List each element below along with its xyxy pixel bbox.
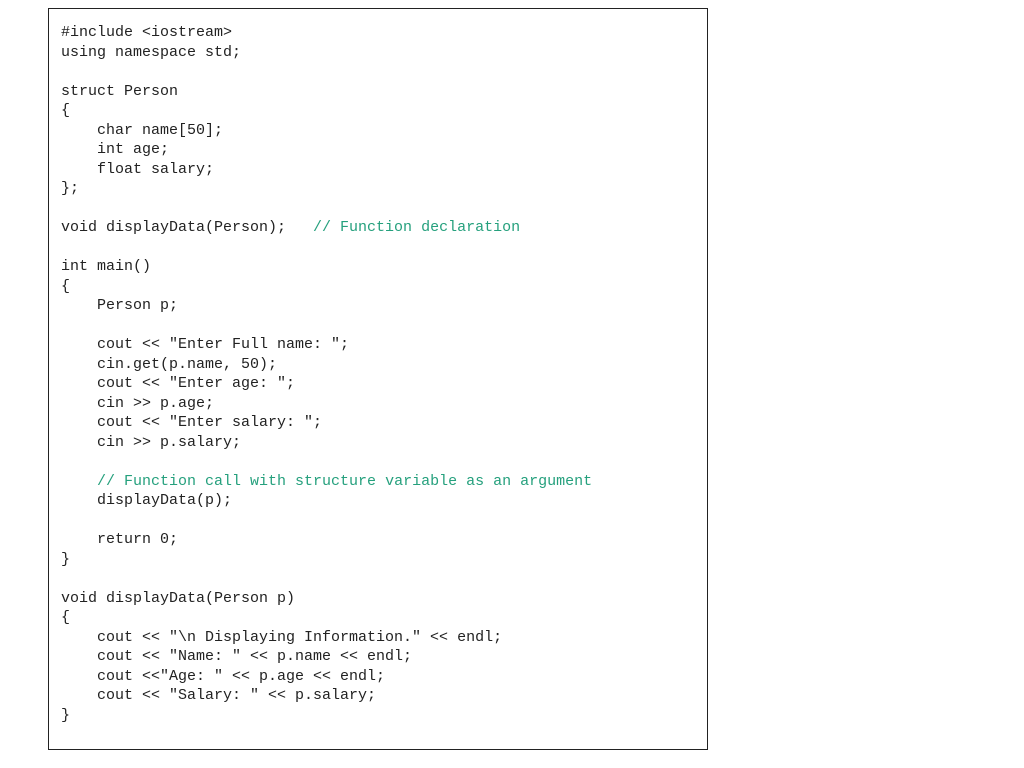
code-line: cin >> p.salary; xyxy=(61,434,241,451)
code-line: return 0; xyxy=(61,531,178,548)
code-line: cout << "Name: " << p.name << endl; xyxy=(61,648,412,665)
code-line: #include <iostream> xyxy=(61,24,232,41)
code-line xyxy=(61,473,97,490)
code-line: } xyxy=(61,551,70,568)
code-block: #include <iostream> using namespace std;… xyxy=(48,8,708,750)
code-line: cout << "Salary: " << p.salary; xyxy=(61,687,376,704)
code-line: cout << "Enter age: "; xyxy=(61,375,295,392)
code-line: { xyxy=(61,609,70,626)
code-line: } xyxy=(61,707,70,724)
code-line: void displayData(Person p) xyxy=(61,590,295,607)
code-line: cout <<"Age: " << p.age << endl; xyxy=(61,668,385,685)
code-comment: // Function declaration xyxy=(313,219,520,236)
code-line: cout << "\n Displaying Information." << … xyxy=(61,629,502,646)
code-line: { xyxy=(61,278,70,295)
code-listing: #include <iostream> using namespace std;… xyxy=(61,23,695,725)
code-line: cout << "Enter Full name: "; xyxy=(61,336,349,353)
code-line: using namespace std; xyxy=(61,44,241,61)
code-line: Person p; xyxy=(61,297,178,314)
code-line: displayData(p); xyxy=(61,492,232,509)
code-line: struct Person xyxy=(61,83,178,100)
code-line: float salary; xyxy=(61,161,214,178)
code-line: void displayData(Person); xyxy=(61,219,313,236)
code-line: char name[50]; xyxy=(61,122,223,139)
code-line: { xyxy=(61,102,70,119)
code-line: }; xyxy=(61,180,79,197)
code-line: cout << "Enter salary: "; xyxy=(61,414,322,431)
code-line: int age; xyxy=(61,141,169,158)
code-line: cin.get(p.name, 50); xyxy=(61,356,277,373)
code-line: cin >> p.age; xyxy=(61,395,214,412)
code-comment: // Function call with structure variable… xyxy=(97,473,592,490)
code-line: int main() xyxy=(61,258,151,275)
